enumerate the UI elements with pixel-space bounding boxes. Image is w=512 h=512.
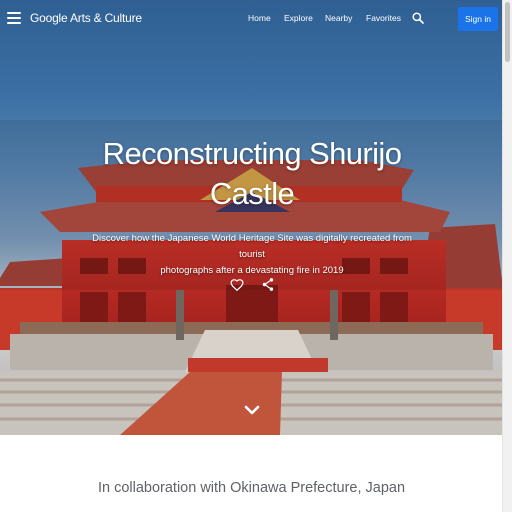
heart-icon[interactable] [230, 278, 244, 292]
shurijo-castle-photo [0, 120, 503, 435]
nav-nearby[interactable]: Nearby [325, 13, 352, 23]
hero-subtitle-line-1: Discover how the Japanese World Heritage… [92, 233, 412, 260]
hero-subtitle-line-2: photographs after a devastating fire in … [160, 265, 344, 276]
nav-favorites[interactable]: Favorites [366, 13, 401, 23]
hero-title-line-2: Castle [209, 176, 295, 211]
hero-title-line-1: Reconstructing Shurijo [102, 136, 402, 171]
nav-explore[interactable]: Explore [284, 13, 313, 23]
scrollbar-thumb[interactable] [505, 2, 510, 62]
top-navigation-bar: Google Arts & Culture Home Explore Nearb… [0, 0, 503, 38]
share-icon[interactable] [261, 277, 275, 292]
brand-logo[interactable]: Google Arts & Culture [30, 11, 142, 25]
search-icon[interactable] [412, 12, 424, 24]
hero-banner [0, 0, 503, 435]
hero-title: Reconstructing Shurijo Castle [60, 134, 444, 214]
collaboration-credit: In collaboration with Okinawa Prefecture… [97, 480, 406, 496]
chevron-down-icon[interactable] [244, 404, 260, 416]
sign-in-button[interactable]: Sign in [458, 7, 498, 31]
account-placeholder [431, 10, 453, 27]
page-scrollbar[interactable] [502, 0, 512, 512]
hamburger-menu-icon[interactable] [7, 12, 21, 24]
nav-home[interactable]: Home [248, 13, 271, 23]
hero-subtitle: Discover how the Japanese World Heritage… [82, 231, 422, 279]
